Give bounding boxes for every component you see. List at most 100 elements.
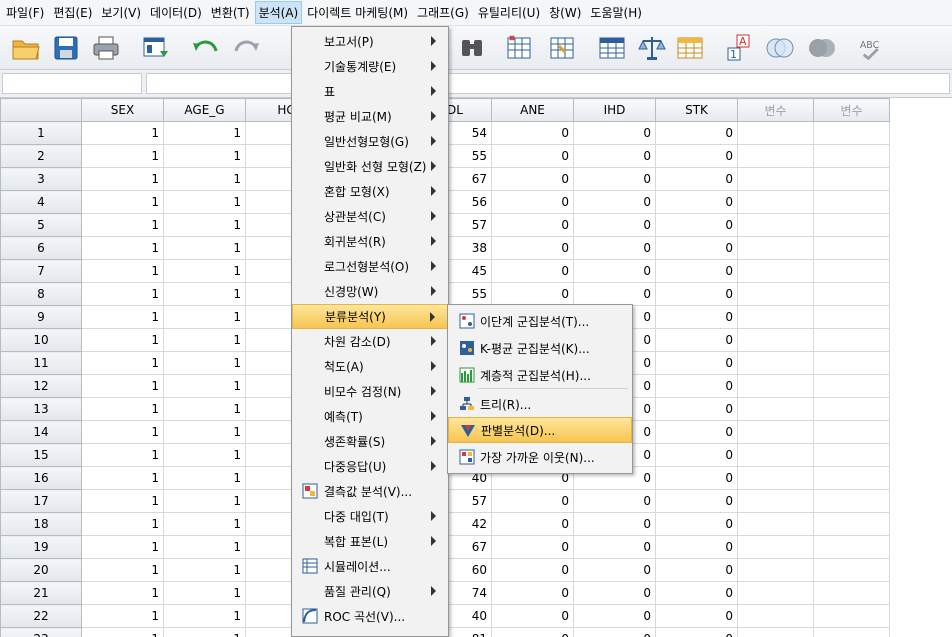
menubar-item[interactable]: 보기(V) — [97, 1, 145, 24]
data-cell[interactable] — [813, 190, 890, 214]
analyze-menu-item[interactable]: 복합 표본(L) — [292, 529, 448, 554]
select-cases-icon[interactable] — [596, 32, 628, 64]
row-number[interactable]: 8 — [0, 282, 82, 306]
data-cell[interactable]: 0 — [573, 558, 656, 582]
data-cell[interactable]: 0 — [573, 581, 656, 605]
analyze-menu-item[interactable]: 신경망(W) — [292, 279, 448, 304]
data-cell[interactable]: 1 — [163, 420, 246, 444]
data-cell[interactable] — [737, 466, 814, 490]
data-cell[interactable]: 1 — [81, 144, 164, 168]
classify-submenu-item[interactable]: 이단계 군집분석(T)... — [448, 308, 632, 334]
analyze-menu-item[interactable]: 일반선형모형(G) — [292, 129, 448, 154]
data-cell[interactable]: 0 — [573, 167, 656, 191]
analyze-menu-item[interactable]: 분류분석(Y) — [292, 304, 448, 329]
data-cell[interactable]: 0 — [655, 328, 738, 352]
data-cell[interactable]: 0 — [573, 121, 656, 145]
data-cell[interactable] — [737, 581, 814, 605]
data-cell[interactable]: 0 — [491, 604, 574, 628]
data-cell[interactable]: 0 — [655, 535, 738, 559]
data-cell[interactable]: 0 — [655, 604, 738, 628]
split-file-icon[interactable] — [546, 32, 578, 64]
data-cell[interactable]: 1 — [163, 489, 246, 513]
analyze-menu-item[interactable]: 다중응답(U) — [292, 454, 448, 479]
data-cell[interactable]: 1 — [163, 397, 246, 421]
analyze-menu-item[interactable]: 차원 감소(D) — [292, 329, 448, 354]
data-cell[interactable]: 0 — [491, 190, 574, 214]
data-cell[interactable]: 1 — [163, 121, 246, 145]
value-labels-icon[interactable] — [674, 32, 706, 64]
data-cell[interactable]: 0 — [655, 420, 738, 444]
analyze-menu-item[interactable]: 결측값 분석(V)... — [292, 479, 448, 504]
data-cell[interactable]: 0 — [655, 627, 738, 637]
data-cell[interactable]: 0 — [491, 144, 574, 168]
menubar-item[interactable]: 분석(A) — [254, 1, 303, 24]
menubar-item[interactable]: 창(W) — [545, 1, 585, 24]
classify-submenu-item[interactable]: 계층적 군집분석(H)... — [448, 362, 632, 388]
data-cell[interactable]: 1 — [81, 351, 164, 375]
dialog-recall-icon[interactable] — [140, 32, 172, 64]
data-cell[interactable] — [737, 213, 814, 237]
data-cell[interactable] — [813, 351, 890, 375]
row-number[interactable]: 3 — [0, 167, 82, 191]
data-cell[interactable]: 1 — [81, 328, 164, 352]
data-cell[interactable]: 1 — [163, 144, 246, 168]
data-cell[interactable]: 1 — [163, 236, 246, 260]
data-cell[interactable] — [737, 167, 814, 191]
data-cell[interactable]: 0 — [491, 627, 574, 637]
row-number[interactable]: 15 — [0, 443, 82, 467]
row-number[interactable]: 18 — [0, 512, 82, 536]
data-cell[interactable]: 0 — [573, 236, 656, 260]
data-cell[interactable] — [737, 282, 814, 306]
analyze-menu-item[interactable]: 회귀분석(R) — [292, 229, 448, 254]
data-cell[interactable]: 1 — [81, 512, 164, 536]
analyze-menu-item[interactable]: 다중 대입(T) — [292, 504, 448, 529]
data-cell[interactable]: 0 — [655, 466, 738, 490]
data-cell[interactable]: 0 — [655, 374, 738, 398]
data-cell[interactable]: 0 — [655, 167, 738, 191]
row-number[interactable]: 17 — [0, 489, 82, 513]
data-cell[interactable]: 1 — [81, 443, 164, 467]
data-cell[interactable]: 0 — [573, 604, 656, 628]
row-number[interactable]: 16 — [0, 466, 82, 490]
use-sets-icon[interactable]: A1 — [724, 32, 756, 64]
data-cell[interactable]: 1 — [81, 489, 164, 513]
undo-icon[interactable] — [190, 32, 222, 64]
data-cell[interactable]: 1 — [163, 466, 246, 490]
data-cell[interactable] — [737, 558, 814, 582]
column-header[interactable]: 변수 — [813, 98, 890, 122]
data-cell[interactable]: 0 — [655, 351, 738, 375]
data-cell[interactable]: 1 — [163, 351, 246, 375]
data-cell[interactable]: 0 — [573, 282, 656, 306]
row-number[interactable]: 23 — [0, 627, 82, 637]
analyze-menu-item[interactable]: ROC 곡선(V)... — [292, 604, 448, 629]
analyze-menu-item[interactable]: 로그선형분석(O) — [292, 254, 448, 279]
data-cell[interactable]: 1 — [81, 282, 164, 306]
data-cell[interactable] — [737, 397, 814, 421]
data-cell[interactable]: 0 — [491, 236, 574, 260]
data-cell[interactable] — [813, 558, 890, 582]
row-number[interactable]: 6 — [0, 236, 82, 260]
data-cell[interactable]: 1 — [163, 627, 246, 637]
data-cell[interactable] — [813, 489, 890, 513]
data-cell[interactable]: 1 — [81, 236, 164, 260]
classify-submenu-item[interactable]: 판별분석(D)... — [448, 417, 632, 443]
data-cell[interactable] — [813, 305, 890, 329]
analyze-menu-item[interactable]: 평균 비교(M) — [292, 104, 448, 129]
row-number[interactable]: 10 — [0, 328, 82, 352]
data-cell[interactable]: 1 — [81, 397, 164, 421]
row-number[interactable]: 4 — [0, 190, 82, 214]
data-cell[interactable]: 0 — [491, 489, 574, 513]
column-header[interactable]: AGE_G — [163, 98, 246, 122]
data-cell[interactable]: 1 — [81, 627, 164, 637]
row-number[interactable]: 11 — [0, 351, 82, 375]
data-cell[interactable]: 0 — [655, 581, 738, 605]
analyze-menu-item[interactable]: 품질 관리(Q) — [292, 579, 448, 604]
data-cell[interactable]: 1 — [81, 466, 164, 490]
data-cell[interactable]: 0 — [491, 558, 574, 582]
data-cell[interactable] — [813, 512, 890, 536]
data-cell[interactable]: 0 — [573, 512, 656, 536]
row-number[interactable]: 9 — [0, 305, 82, 329]
menubar-item[interactable]: 데이터(D) — [146, 1, 206, 24]
data-cell[interactable]: 0 — [655, 489, 738, 513]
data-cell[interactable]: 0 — [655, 305, 738, 329]
